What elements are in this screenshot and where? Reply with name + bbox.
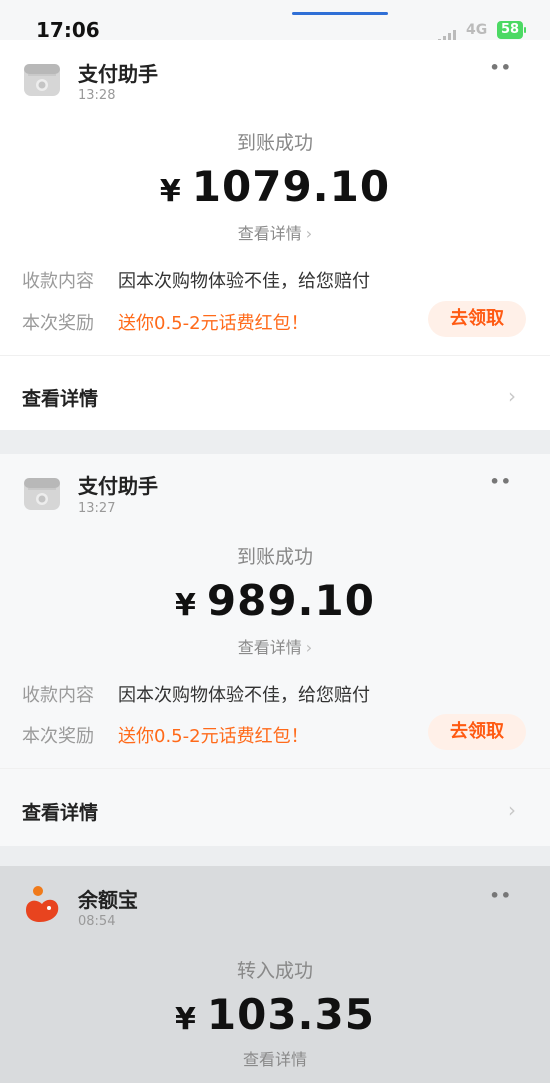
detail-link[interactable]: 查看详情 — [0, 1046, 550, 1070]
chevron-right-icon: › — [508, 798, 516, 822]
message-time: 13:28 — [78, 88, 116, 103]
battery-icon: 58 — [497, 21, 526, 39]
divider — [0, 768, 550, 769]
chevron-right-icon: › — [305, 638, 313, 657]
message-card[interactable]: 余额宝 08:54 •• 转入成功 ¥103.35 查看详情 — [0, 866, 550, 1083]
currency-symbol: ¥ — [175, 1002, 197, 1037]
source-name: 余额宝 — [78, 888, 138, 912]
top-indicator — [292, 12, 388, 15]
amount: ¥989.10 — [0, 576, 550, 625]
detail-link[interactable]: 查看详情 › — [0, 220, 550, 244]
store-icon — [24, 478, 60, 510]
status-time: 17:06 — [36, 18, 100, 42]
amount-value: 103.35 — [206, 990, 375, 1039]
signal-icon — [438, 24, 458, 43]
reward-value: 送你0.5-2元话费红包！ — [118, 313, 309, 334]
currency-symbol: ¥ — [159, 174, 182, 209]
message-card[interactable]: 支付助手 13:28 •• 到账成功 ¥1079.10 查看详情 › 收款内容 因… — [0, 40, 550, 430]
message-time: 13:27 — [78, 501, 116, 516]
reward-label: 本次奖励 — [22, 726, 94, 747]
more-icon[interactable]: •• — [490, 472, 512, 491]
yuebao-icon — [26, 886, 59, 922]
amount-value: 989.10 — [206, 576, 375, 625]
payment-status: 到账成功 — [236, 546, 313, 568]
content-label: 收款内容 — [22, 685, 94, 706]
source-name: 支付助手 — [78, 62, 158, 86]
detail-link-label: 查看详情 — [237, 638, 302, 657]
reward-value: 送你0.5-2元话费红包！ — [118, 726, 309, 747]
content-value: 因本次购物体验不佳，给您赔付 — [118, 271, 370, 292]
source-name: 支付助手 — [78, 474, 158, 498]
message-card[interactable]: 支付助手 13:27 •• 到账成功 ¥989.10 查看详情 › 收款内容 因本… — [0, 454, 550, 846]
content-value: 因本次购物体验不佳，给您赔付 — [118, 685, 370, 706]
view-detail-row[interactable]: 查看详情 — [22, 798, 98, 825]
more-icon[interactable]: •• — [490, 886, 512, 905]
amount-value: 1079.10 — [191, 162, 391, 211]
amount: ¥1079.10 — [0, 162, 550, 211]
detail-link-label: 查看详情 — [242, 1050, 307, 1069]
store-icon — [24, 64, 60, 96]
chevron-right-icon: › — [508, 384, 516, 408]
detail-link[interactable]: 查看详情 › — [0, 634, 550, 658]
currency-symbol: ¥ — [175, 588, 197, 623]
claim-button[interactable]: 去领取 — [428, 301, 526, 337]
message-time: 08:54 — [78, 914, 116, 929]
content-label: 收款内容 — [22, 271, 94, 292]
view-detail-row[interactable]: 查看详情 — [22, 384, 98, 411]
detail-link-label: 查看详情 — [237, 224, 302, 243]
claim-button[interactable]: 去领取 — [428, 714, 526, 750]
chevron-right-icon: › — [305, 224, 313, 243]
network-label: 4G — [466, 22, 488, 38]
divider — [0, 355, 550, 356]
payment-status: 转入成功 — [236, 960, 313, 982]
more-icon[interactable]: •• — [490, 58, 512, 77]
payment-status: 到账成功 — [236, 132, 313, 154]
reward-label: 本次奖励 — [22, 313, 94, 334]
amount: ¥103.35 — [0, 990, 550, 1039]
